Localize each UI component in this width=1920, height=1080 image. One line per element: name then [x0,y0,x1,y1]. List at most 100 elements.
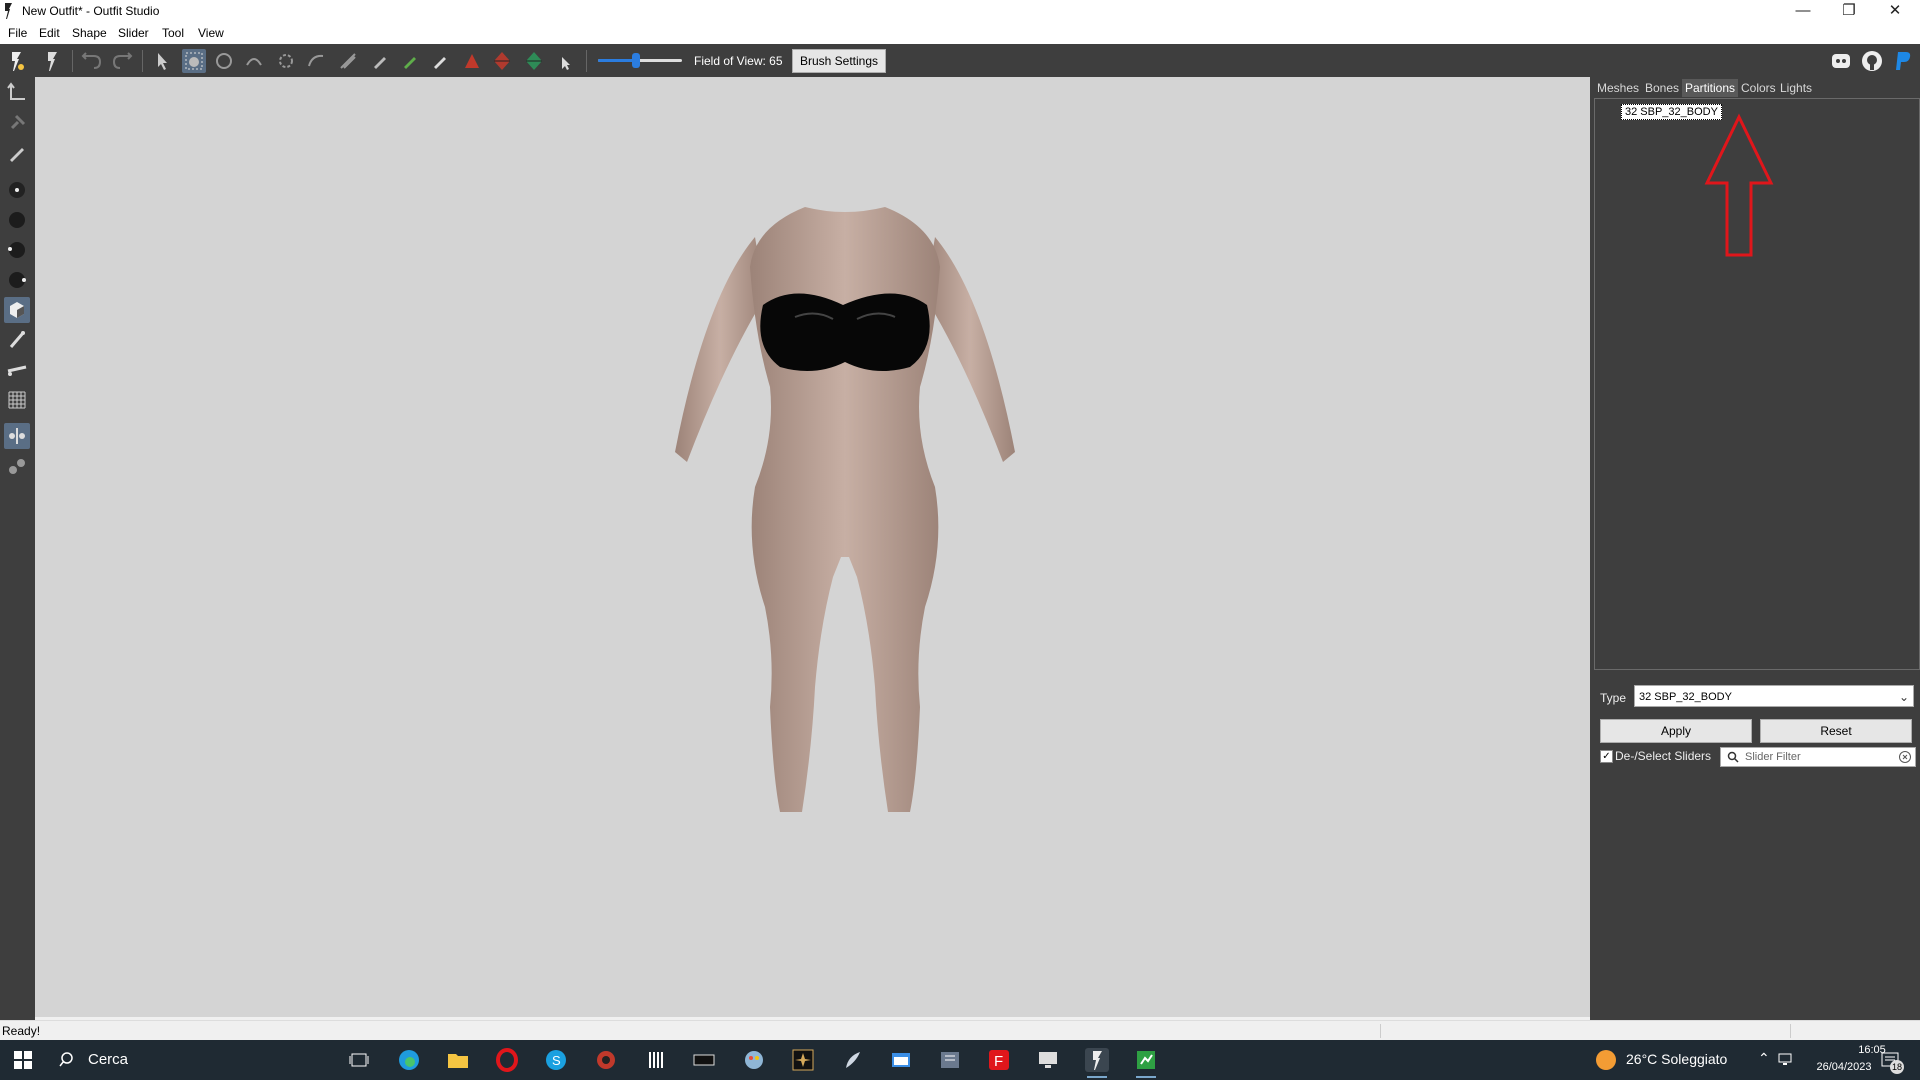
alpha-brush-button[interactable] [428,49,452,73]
pin-icon [10,114,26,130]
windows-start-icon[interactable] [14,1051,32,1069]
network-icon[interactable] [1778,1052,1794,1066]
close-button[interactable]: ✕ [1872,0,1918,24]
task-view-icon [349,1053,369,1067]
move-vertex-button[interactable] [552,49,576,73]
connected-only-button[interactable] [4,453,30,479]
paypal-button[interactable] [1891,49,1915,73]
tab-partitions[interactable]: Partitions [1682,79,1739,97]
weather-text[interactable]: 26°C Soleggiato [1626,1051,1727,1067]
flip-edge-button[interactable] [490,49,514,73]
undo-icon [81,52,102,69]
taskbar-search[interactable]: Cerca [88,1051,128,1068]
minimize-button[interactable]: — [1780,0,1826,24]
pivot-tool-button[interactable] [4,110,30,136]
show-bones-button[interactable] [4,327,30,353]
deflate-brush-button[interactable] [242,49,266,73]
weight-brush-button[interactable] [368,49,392,73]
restore-button[interactable]: ❐ [1826,0,1872,24]
notification-count-badge: 18 [1890,1060,1904,1074]
redo-icon [112,52,133,69]
inflate-brush-button[interactable] [212,49,236,73]
deselect-sliders-checkbox[interactable]: ✓ [1600,750,1613,763]
menu-shape[interactable]: Shape [72,26,107,40]
tray-expand-icon[interactable]: ⌃ [1758,1050,1770,1067]
reset-button[interactable]: Reset [1760,719,1912,743]
opera-app[interactable] [495,1048,519,1072]
mask-brush-icon [185,52,203,70]
type-select[interactable]: 32 SBP_32_BODY ⌄ [1634,685,1914,707]
symmetry-button[interactable] [4,423,30,449]
show-textures-button[interactable] [4,267,30,293]
file-explorer-app[interactable] [446,1048,470,1072]
smooth-brush-button[interactable] [304,49,328,73]
github-button[interactable] [1860,49,1884,73]
discord-button[interactable] [1829,49,1853,73]
app-outfit-studio[interactable] [1085,1048,1109,1078]
load-project-button[interactable] [40,49,64,73]
monitor-icon [1039,1052,1057,1068]
app-window-blue[interactable] [889,1048,913,1072]
outfit-studio-icon [1093,1051,1102,1070]
app-mod-manager[interactable] [692,1048,716,1072]
apply-button[interactable]: Apply [1600,719,1752,743]
annotation-arrow-icon [1704,113,1774,257]
menu-tool[interactable]: Tool [162,26,184,40]
tab-meshes[interactable]: Meshes [1594,79,1642,97]
task-view-button[interactable] [347,1048,371,1072]
show-mask-button[interactable] [4,297,30,323]
redo-button[interactable] [110,49,134,73]
app-bars[interactable] [644,1048,668,1072]
app-f[interactable]: F [987,1048,1011,1072]
fov-slider-thumb[interactable] [632,53,640,68]
menu-view[interactable]: View [198,26,224,40]
split-edge-button[interactable] [522,49,546,73]
transform-tool-button[interactable] [4,80,30,106]
tab-lights[interactable]: Lights [1777,79,1815,97]
search-icon[interactable] [58,1050,78,1070]
collapse-vertex-button[interactable] [460,49,484,73]
3d-viewport[interactable] [35,77,1590,1017]
menu-edit[interactable]: Edit [39,26,60,40]
mask-brush-button[interactable] [182,49,206,73]
color-brush-button[interactable] [398,49,422,73]
show-grid-button[interactable] [4,387,30,413]
show-wireframe-button[interactable] [4,207,30,233]
left-toolbar [0,77,35,1020]
app-tool[interactable] [938,1048,962,1072]
undiff-brush-button[interactable] [336,49,360,73]
show-lighting-button[interactable] [4,237,30,263]
status-divider [1380,1024,1381,1038]
new-project-button[interactable] [4,49,28,73]
app-paint[interactable] [742,1048,766,1072]
smooth-brush-icon [308,54,324,67]
app-red-gear[interactable] [594,1048,618,1072]
menu-slider[interactable]: Slider [118,26,149,40]
app-chart[interactable] [1134,1048,1158,1078]
app-feather[interactable] [840,1048,864,1072]
vertex-select-button[interactable] [4,140,30,166]
slider-filter-placeholder: Slider Filter [1745,751,1801,763]
clock-date[interactable]: 26/04/2023 [1804,1061,1884,1073]
slider-filter-input[interactable]: Slider Filter [1720,747,1916,767]
toolbar-separator [586,50,587,72]
sliders-list[interactable] [1592,771,1918,1017]
move-brush-button[interactable] [274,49,298,73]
edge-app[interactable] [397,1048,421,1072]
tab-colors[interactable]: Colors [1738,79,1779,97]
tab-bones[interactable]: Bones [1642,79,1682,97]
undo-button[interactable] [80,49,104,73]
toolbar-separator [72,50,73,72]
menu-file[interactable]: File [8,26,27,40]
brush-settings-button[interactable]: Brush Settings [792,49,886,73]
chevron-down-icon: ⌄ [1898,690,1909,704]
clear-icon[interactable] [1899,751,1911,763]
skype-app[interactable]: S [544,1048,568,1072]
app-monitor[interactable] [1036,1048,1060,1072]
weather-sun-icon[interactable] [1596,1050,1616,1070]
show-vertices-button[interactable] [4,177,30,203]
app-star[interactable] [791,1048,815,1072]
show-skeleton-button[interactable] [4,357,30,383]
select-brush-button[interactable] [150,49,174,73]
partition-list[interactable]: 32 SBP_32_BODY [1594,98,1920,670]
